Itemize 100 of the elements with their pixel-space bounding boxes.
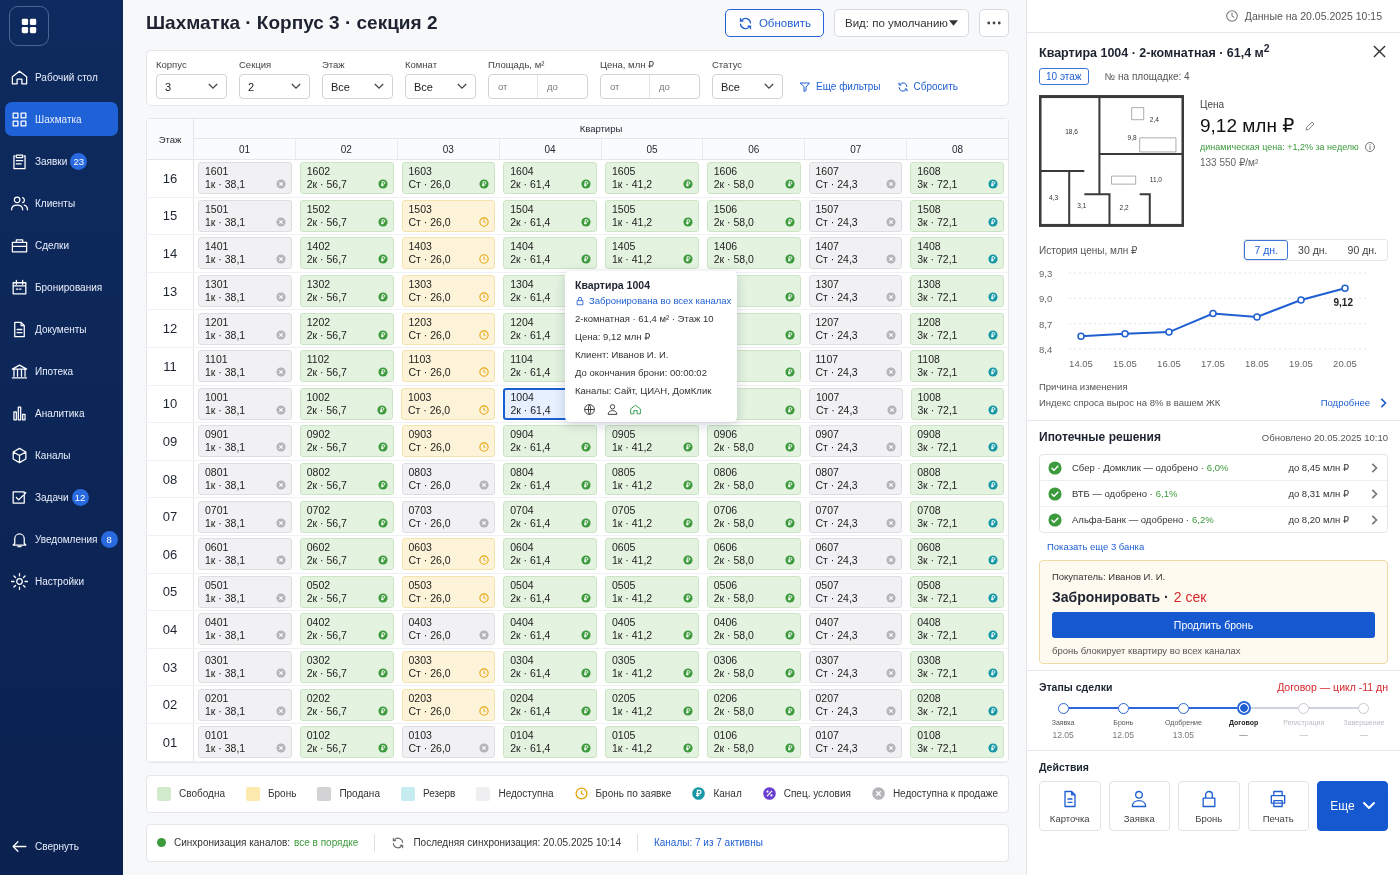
apartment-cell[interactable]: 1501 1к · 38,1 xyxy=(198,199,292,232)
apartment-cell[interactable]: 0806 2к · 58,0 xyxy=(706,463,801,496)
range-field[interactable]: от до xyxy=(600,74,700,99)
apartment-cell[interactable]: 0701 1к · 38,1 xyxy=(198,500,292,533)
filter-dropdown[interactable]: Все xyxy=(712,74,783,99)
apartment-cell[interactable]: 0307 Ст · 24,3 xyxy=(808,651,903,683)
sidebar-item[interactable]: Рабочий стол xyxy=(5,60,118,94)
apartment-cell[interactable]: 0706 2к · 58,0 xyxy=(706,500,801,533)
apartment-cell[interactable]: 0202 2к · 56,7 xyxy=(299,688,394,721)
apartment-cell[interactable]: 0803 Ст · 26,0 xyxy=(401,463,496,496)
bank-row[interactable]: ВТБ — одобрено · 6,1% до 8,31 млн ₽ xyxy=(1040,481,1387,508)
action-button[interactable]: Заявка xyxy=(1108,781,1170,832)
apartment-cell[interactable]: 0204 2к · 61,4 xyxy=(503,688,597,721)
apartment-cell[interactable]: 0304 2к · 61,4 xyxy=(503,651,597,683)
apartment-cell[interactable]: 1007 Ст · 24,3 xyxy=(809,387,903,420)
apartment-cell[interactable]: 0102 2к · 56,7 xyxy=(299,726,394,759)
apartment-cell[interactable]: 0606 2к · 58,0 xyxy=(706,538,801,571)
apartment-cell[interactable]: 0507 Ст · 24,3 xyxy=(808,575,903,608)
apartment-cell[interactable]: 0407 Ст · 24,3 xyxy=(808,613,903,646)
apartment-cell[interactable]: 0504 2к · 61,4 xyxy=(503,575,597,608)
apartment-cell[interactable]: 0901 1к · 38,1 xyxy=(198,425,292,458)
apartment-cell[interactable]: 1008 3к · 72,1 xyxy=(910,387,1004,420)
apartment-cell[interactable]: 0104 2к · 61,4 xyxy=(503,726,597,759)
action-button[interactable]: Печать xyxy=(1247,781,1309,832)
apartment-cell[interactable]: 0101 1к · 38,1 xyxy=(198,726,292,759)
bank-row[interactable]: Сбер · Домклик — одобрено · 6,0% до 8,45 млн ₽ xyxy=(1040,455,1387,482)
apartment-cell[interactable]: 0508 3к · 72,1 xyxy=(910,575,1004,608)
apartment-cell[interactable]: 1507 Ст · 24,3 xyxy=(808,199,903,232)
apartment-cell[interactable]: 0604 2к · 61,4 xyxy=(503,538,597,571)
apartment-cell[interactable]: 0406 2к · 58,0 xyxy=(706,613,801,646)
more-filters-link[interactable]: Еще фильтры xyxy=(799,74,881,99)
apartment-cell[interactable]: 1602 2к · 56,7 xyxy=(299,162,394,195)
apartment-cell[interactable]: 1502 2к · 56,7 xyxy=(299,199,394,232)
sidebar-item[interactable]: Бронирования xyxy=(5,270,118,304)
apartment-cell[interactable]: 0503 Ст · 26,0 xyxy=(401,575,496,608)
apartment-cell[interactable]: 0402 2к · 56,7 xyxy=(299,613,394,646)
to-field[interactable]: до xyxy=(650,75,699,98)
apartment-cell[interactable]: 1208 3к · 72,1 xyxy=(910,312,1004,345)
apartment-cell[interactable]: 0707 Ст · 24,3 xyxy=(808,500,903,533)
apartment-cell[interactable]: 0904 2к · 61,4 xyxy=(503,425,597,458)
apartment-cell[interactable]: 1003 Ст · 26,0 xyxy=(401,387,495,420)
apartment-cell[interactable]: 1001 1к · 38,1 xyxy=(198,387,292,420)
apartment-cell[interactable]: 0602 2к · 56,7 xyxy=(299,538,394,571)
apartment-cell[interactable]: 0206 2к · 58,0 xyxy=(706,688,801,721)
channels-link[interactable]: Каналы: 7 из 7 активны xyxy=(653,837,763,848)
to-field[interactable]: до xyxy=(538,75,587,98)
apartment-cell[interactable]: 1402 2к · 56,7 xyxy=(299,237,394,270)
apartment-cell[interactable]: 1307 Ст · 24,3 xyxy=(808,275,903,308)
apartment-cell[interactable]: 1404 2к · 61,4 xyxy=(503,237,597,270)
apartment-cell[interactable]: 1508 3к · 72,1 xyxy=(910,199,1004,232)
apartment-cell[interactable]: 1605 1к · 41,2 xyxy=(605,162,699,195)
apartment-cell[interactable]: 1201 1к · 38,1 xyxy=(198,312,292,345)
apartment-cell[interactable]: 0308 3к · 72,1 xyxy=(910,651,1004,683)
apartment-cell[interactable]: 0208 3к · 72,1 xyxy=(910,688,1004,721)
from-field[interactable]: от xyxy=(489,75,538,98)
apartment-cell[interactable]: 0505 1к · 41,2 xyxy=(605,575,699,608)
apartment-cell[interactable]: 0703 Ст · 26,0 xyxy=(401,500,496,533)
apartment-cell[interactable]: 0305 1к · 41,2 xyxy=(605,651,699,683)
apartment-cell[interactable]: 1506 2к · 58,0 xyxy=(706,199,801,232)
apartment-cell[interactable]: 0501 1к · 38,1 xyxy=(198,575,292,608)
apartment-cell[interactable]: 0702 2к · 56,7 xyxy=(299,500,394,533)
details-link[interactable]: Подробнее xyxy=(1320,397,1388,409)
reset-link[interactable]: Сбросить xyxy=(896,74,958,99)
apartment-cell[interactable]: 0405 1к · 41,2 xyxy=(605,613,699,646)
show-more-banks-link[interactable]: Показать еще 3 банка xyxy=(1047,541,1388,553)
apartment-cell[interactable]: 0207 Ст · 24,3 xyxy=(808,688,903,721)
apartment-cell[interactable]: 1604 2к · 61,4 xyxy=(503,162,597,195)
apartment-cell[interactable]: 0301 1к · 38,1 xyxy=(198,651,292,683)
sidebar-item[interactable]: Задачи 12 xyxy=(5,480,118,514)
apartment-cell[interactable]: 0607 Ст · 24,3 xyxy=(808,538,903,571)
apartment-cell[interactable]: 0906 2к · 58,0 xyxy=(706,425,801,458)
apartment-cell[interactable]: 1202 2к · 56,7 xyxy=(299,312,394,345)
action-button[interactable]: Карточка xyxy=(1039,781,1101,832)
pencil-icon[interactable] xyxy=(1304,119,1317,132)
apartment-cell[interactable]: 0108 3к · 72,1 xyxy=(910,726,1004,759)
apartment-cell[interactable]: 1406 2к · 58,0 xyxy=(706,237,801,270)
apartment-cell[interactable]: 1503 Ст · 26,0 xyxy=(401,199,496,232)
apartment-cell[interactable]: 1203 Ст · 26,0 xyxy=(401,312,496,345)
apartment-cell[interactable]: 0908 3к · 72,1 xyxy=(910,425,1004,458)
apartment-cell[interactable]: 1603 Ст · 26,0 xyxy=(401,162,496,195)
apartment-cell[interactable]: 1504 2к · 61,4 xyxy=(503,199,597,232)
apartment-cell[interactable]: 0907 Ст · 24,3 xyxy=(808,425,903,458)
apartment-cell[interactable]: 1103 Ст · 26,0 xyxy=(401,350,496,383)
sidebar-item[interactable]: Заявки 23 xyxy=(5,144,118,178)
apartment-cell[interactable]: 0401 1к · 38,1 xyxy=(198,613,292,646)
apartment-cell[interactable]: 1405 1к · 41,2 xyxy=(605,237,699,270)
sidebar-item[interactable]: Настройки xyxy=(5,564,118,598)
apartment-cell[interactable]: 0801 1к · 38,1 xyxy=(198,463,292,496)
apartment-cell[interactable]: 0306 2к · 58,0 xyxy=(706,651,801,683)
sidebar-item[interactable]: Документы xyxy=(5,312,118,346)
apartment-cell[interactable]: 0605 1к · 41,2 xyxy=(605,538,699,571)
apartment-cell[interactable]: 0106 2к · 58,0 xyxy=(706,726,801,759)
apartment-cell[interactable]: 0705 1к · 41,2 xyxy=(605,500,699,533)
app-logo-icon[interactable] xyxy=(9,6,49,46)
filter-dropdown[interactable]: 3 xyxy=(156,74,227,99)
apartment-cell[interactable]: 1601 1к · 38,1 xyxy=(198,162,292,195)
apartment-cell[interactable]: 0805 1к · 41,2 xyxy=(605,463,699,496)
apartment-cell[interactable]: 1407 Ст · 24,3 xyxy=(808,237,903,270)
apartment-cell[interactable]: 0502 2к · 56,7 xyxy=(299,575,394,608)
apartment-cell[interactable]: 1408 3к · 72,1 xyxy=(910,237,1004,270)
